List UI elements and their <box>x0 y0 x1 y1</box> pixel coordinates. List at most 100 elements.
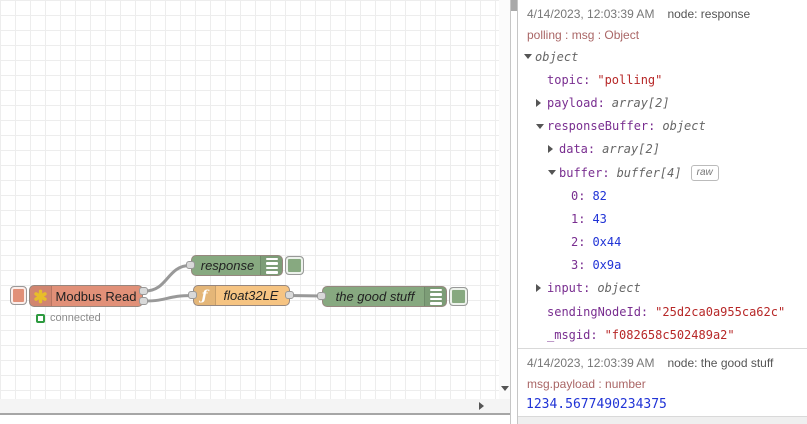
json-key: payload: <box>547 95 605 110</box>
modbus-asterisk-icon <box>34 289 47 303</box>
json-type: object <box>662 119 706 134</box>
expand-arrow-icon[interactable] <box>548 145 559 153</box>
node-label: the good stuff <box>335 289 415 304</box>
input-port[interactable] <box>186 261 195 269</box>
json-type: array[2] <box>611 95 670 110</box>
json-key: topic: <box>547 72 591 87</box>
json-string-value: "f082658c502489a2" <box>604 327 735 342</box>
modbus-icon-strip <box>30 286 52 306</box>
debug-panel-filler <box>518 417 807 424</box>
json-key: _msgid: <box>547 327 598 342</box>
status-text: connected <box>50 312 101 324</box>
json-number-value: 0x9a <box>592 258 622 273</box>
node-red-window: Modbus Read connected response ƒ float32… <box>0 0 807 424</box>
node-label: Modbus Read <box>55 288 137 304</box>
debug-toggle-button[interactable] <box>285 256 304 275</box>
node-modbus-read[interactable]: Modbus Read <box>29 285 143 307</box>
output-port[interactable] <box>139 287 148 295</box>
json-row: topic: "polling" <box>518 68 807 91</box>
node-float32le[interactable]: ƒ float32LE <box>193 285 290 306</box>
wire[interactable] <box>143 294 194 303</box>
node-label: float32LE <box>223 288 279 303</box>
json-row: 0: 82 <box>518 184 807 207</box>
node-label: response <box>200 258 255 273</box>
payload-number-value: 1234.5677490234375 <box>526 396 667 412</box>
json-type: array[2] <box>602 142 660 157</box>
arrow-down-icon <box>500 385 509 391</box>
input-port[interactable] <box>188 291 197 299</box>
collapse-arrow-icon[interactable] <box>548 170 559 175</box>
json-number-value: 0x44 <box>592 235 622 250</box>
message-topic: msg.payload : number <box>527 376 646 391</box>
node-the-good-stuff[interactable]: the good stuff <box>322 286 447 307</box>
sidebar-separator[interactable] <box>510 0 518 424</box>
json-row: buffer: buffer[4] raw <box>518 161 807 184</box>
statusbar-spacer <box>0 415 510 424</box>
expand-arrow-icon[interactable] <box>536 99 547 107</box>
canvas-vertical-scrollbar[interactable] <box>499 0 510 399</box>
json-key: buffer: <box>559 165 610 180</box>
message-source-node: node: the good stuff <box>667 355 774 370</box>
json-row: 2: 0x44 <box>518 231 807 254</box>
function-f-icon: ƒ <box>201 287 208 304</box>
input-port[interactable] <box>317 292 326 300</box>
json-row: object <box>518 45 807 68</box>
json-key: 2: <box>571 235 586 250</box>
debug-message: 4/14/2023, 12:03:39 AM node: the good st… <box>518 349 807 418</box>
debug-sidebar[interactable]: 4/14/2023, 12:03:39 AM node: response po… <box>518 0 807 424</box>
json-type: buffer[4] <box>616 165 682 180</box>
json-row: _msgid: "f082658c502489a2" <box>518 323 807 346</box>
arrow-right-icon <box>478 402 484 410</box>
wire[interactable] <box>143 264 192 293</box>
status-ring-icon <box>36 313 45 323</box>
debug-icon-strip <box>260 256 282 275</box>
collapse-arrow-icon[interactable] <box>536 124 547 129</box>
output-port[interactable] <box>285 291 294 299</box>
scroll-right-button[interactable] <box>474 399 488 413</box>
json-string-value: "25d2ca0a955ca62c" <box>655 304 786 319</box>
json-type: object <box>597 281 641 296</box>
scroll-down-button[interactable] <box>499 381 510 395</box>
debug-console-icon <box>429 288 442 306</box>
flow-canvas[interactable]: Modbus Read connected response ƒ float32… <box>0 0 501 399</box>
message-topic: polling : msg : Object <box>527 27 640 42</box>
message-source-node: node: response <box>667 6 751 21</box>
raw-toggle-button[interactable]: raw <box>690 164 719 181</box>
debug-console-icon <box>265 257 278 275</box>
json-row: 1: 43 <box>518 207 807 230</box>
json-number-value: 82 <box>592 188 607 203</box>
json-row: responseBuffer: object <box>518 115 807 138</box>
expand-arrow-icon[interactable] <box>536 284 547 292</box>
output-port[interactable] <box>139 297 148 305</box>
message-timestamp: 4/14/2023, 12:03:39 AM <box>527 355 655 370</box>
json-type: object <box>535 49 579 64</box>
message-meta: 4/14/2023, 12:03:39 AM node: response <box>518 3 807 24</box>
collapse-arrow-icon[interactable] <box>524 54 535 59</box>
json-row: 3: 0x9a <box>518 254 807 277</box>
json-key: input: <box>547 281 591 296</box>
node-status: connected <box>36 312 101 324</box>
node-response[interactable]: response <box>191 255 283 276</box>
json-number-value: 43 <box>592 211 607 226</box>
json-row: input: object <box>518 277 807 300</box>
json-key: 1: <box>571 211 586 226</box>
debug-message: 4/14/2023, 12:03:39 AM node: response po… <box>518 0 807 350</box>
debug-icon-strip <box>424 287 446 306</box>
function-icon-strip: ƒ <box>194 286 216 305</box>
json-row: sendingNodeId: "25d2ca0a955ca62c" <box>518 300 807 323</box>
json-row: data: array[2] <box>518 138 807 161</box>
canvas-horizontal-scrollbar[interactable] <box>0 399 510 415</box>
message-timestamp: 4/14/2023, 12:03:39 AM <box>527 6 655 21</box>
wire-layer <box>143 264 324 303</box>
json-key: sendingNodeId: <box>547 304 649 319</box>
modbus-node-button[interactable] <box>10 286 27 305</box>
json-row: payload: array[2] <box>518 91 807 114</box>
message-meta: 4/14/2023, 12:03:39 AM node: the good st… <box>518 352 807 373</box>
json-key: 3: <box>571 258 586 273</box>
debug-toggle-button[interactable] <box>449 287 468 306</box>
json-key: data: <box>559 142 596 157</box>
scrollbar-thumb[interactable] <box>511 0 517 11</box>
json-key: responseBuffer: <box>547 119 656 134</box>
json-key: 0: <box>571 188 586 203</box>
json-string-value: "polling" <box>597 72 663 87</box>
